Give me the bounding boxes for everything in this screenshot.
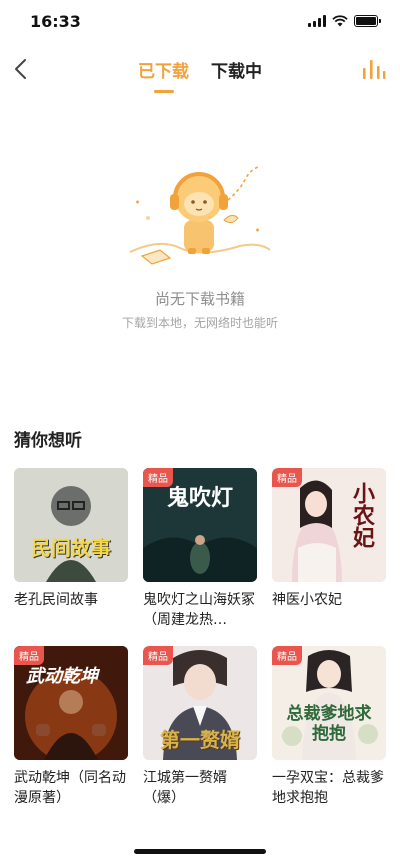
book-cover: 小农妃 精品 bbox=[272, 468, 386, 582]
cover-title: 第一赘婿 bbox=[160, 728, 240, 752]
home-indicator[interactable] bbox=[134, 849, 266, 854]
cover-title: 武动乾坤 bbox=[26, 666, 98, 687]
book-cover: 民间故事 bbox=[14, 468, 128, 582]
empty-title: 尚无下载书籍 bbox=[154, 290, 245, 308]
premium-badge: 精品 bbox=[14, 646, 44, 665]
book-title: 江城第一赘婿（爆） bbox=[143, 770, 227, 806]
book-cover: 总裁爹地求抱抱 精品 bbox=[272, 646, 386, 760]
cover-art bbox=[14, 468, 128, 582]
header: 已下载 下载中 bbox=[0, 44, 400, 96]
book-cover: 第一赘婿 精品 bbox=[143, 646, 257, 760]
premium-badge: 精品 bbox=[143, 646, 173, 665]
wifi-icon bbox=[332, 15, 348, 27]
premium-badge: 精品 bbox=[272, 468, 302, 487]
download-tabs: 已下载 下载中 bbox=[0, 57, 400, 82]
book-card[interactable]: 总裁爹地求抱抱 精品 一孕双宝：总裁爹地求抱抱 bbox=[272, 646, 386, 808]
empty-state: 尚无下载书籍 下载到本地，无网络时也能听 bbox=[0, 160, 400, 340]
signal-icon bbox=[308, 15, 326, 27]
tab-downloaded[interactable]: 已下载 bbox=[138, 57, 189, 82]
book-title: 武动乾坤（同名动漫原著） bbox=[14, 770, 126, 806]
recommend-grid: 民间故事 老孔民间故事 鬼吹灯 精品 鬼吹灯之山海妖冢（周建龙热… 小农妃 精品… bbox=[14, 468, 386, 808]
cover-title: 小农妃 bbox=[349, 482, 375, 548]
status-bar: 16:33 bbox=[0, 0, 400, 44]
tab-downloading[interactable]: 下载中 bbox=[211, 57, 262, 82]
book-card[interactable]: 民间故事 老孔民间故事 bbox=[14, 468, 128, 630]
bar-chart-icon bbox=[363, 60, 386, 79]
book-title: 鬼吹灯之山海妖冢（周建龙热… bbox=[143, 592, 255, 628]
status-icons bbox=[308, 15, 381, 27]
book-cover: 鬼吹灯 精品 bbox=[143, 468, 257, 582]
status-time: 16:33 bbox=[30, 12, 81, 31]
empty-subtitle: 下载到本地，无网络时也能听 bbox=[121, 316, 278, 330]
book-cover: 武动乾坤 精品 bbox=[14, 646, 128, 760]
section-title: 猜你想听 bbox=[14, 431, 82, 451]
book-card[interactable]: 鬼吹灯 精品 鬼吹灯之山海妖冢（周建龙热… bbox=[143, 468, 257, 630]
book-title: 神医小农妃 bbox=[272, 592, 342, 608]
book-card[interactable]: 第一赘婿 精品 江城第一赘婿（爆） bbox=[143, 646, 257, 808]
premium-badge: 精品 bbox=[272, 646, 302, 665]
stats-button[interactable] bbox=[360, 56, 386, 82]
battery-icon bbox=[354, 15, 381, 27]
headphone-mascot-illustration bbox=[129, 165, 271, 265]
book-card[interactable]: 小农妃 精品 神医小农妃 bbox=[272, 468, 386, 630]
cover-title: 总裁爹地求抱抱 bbox=[286, 704, 372, 744]
book-card[interactable]: 武动乾坤 精品 武动乾坤（同名动漫原著） bbox=[14, 646, 128, 808]
premium-badge: 精品 bbox=[143, 468, 173, 487]
cover-title: 民间故事 bbox=[31, 536, 111, 560]
book-title: 老孔民间故事 bbox=[14, 592, 98, 608]
book-title: 一孕双宝：总裁爹地求抱抱 bbox=[272, 770, 384, 806]
